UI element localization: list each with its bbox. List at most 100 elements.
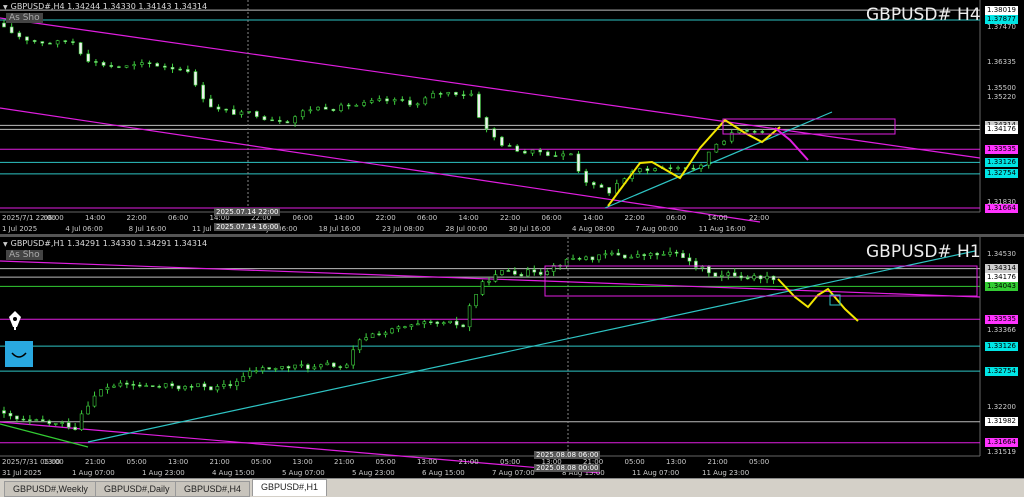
candle-body — [157, 386, 161, 388]
candle-body — [140, 62, 144, 65]
h4-as-show-button[interactable]: As Sho — [6, 13, 43, 23]
candle-body — [400, 99, 405, 101]
date-label: 31 Jul 2025 — [2, 469, 42, 477]
candle-body — [132, 64, 137, 67]
collapse-triangle-icon[interactable]: ▼ — [3, 4, 8, 11]
candle-body — [163, 65, 167, 68]
candle-body — [431, 93, 435, 99]
candle-body — [377, 333, 381, 336]
tab-weekly[interactable]: GBPUSD#,Weekly — [4, 481, 97, 497]
candle-body — [423, 97, 428, 105]
candle-body — [771, 275, 776, 281]
candle-body — [312, 366, 317, 370]
candle-body — [416, 323, 420, 326]
candle-body — [577, 258, 582, 260]
candle-body — [189, 386, 194, 388]
h4-chart-canvas[interactable] — [0, 0, 1024, 234]
price-label: 1.37470 — [987, 22, 1016, 31]
date-label: 5 Aug 23:00 — [352, 469, 395, 477]
candle-body — [254, 111, 259, 117]
time-label: 22:00 — [749, 214, 770, 222]
h1-chart-pane[interactable]: ▼ GBPUSD#,H1 1.34291 1.34330 1.34291 1.34… — [0, 237, 1024, 478]
price-label: 1.32754 — [985, 169, 1018, 179]
candle-body — [53, 423, 58, 425]
candle-body — [319, 364, 323, 368]
date-label: 5 Aug 07:00 — [282, 469, 325, 477]
candle-body — [722, 140, 726, 145]
h1-crosshair-time-b: 2025.08.08 00:00 — [534, 464, 601, 472]
h1-chart-title: GBPUSD# H1 — [866, 242, 981, 262]
h1-crosshair-time-a: 2025.08.08 06:00 — [534, 451, 601, 459]
price-label: 1.33126 — [985, 341, 1018, 351]
candle-body — [584, 256, 588, 260]
candle-body — [285, 121, 290, 124]
candle-body — [131, 384, 136, 386]
candle-body — [92, 395, 97, 407]
time-label: 05:00 — [749, 458, 770, 466]
h1-as-show-button[interactable]: As Sho — [6, 250, 43, 260]
candle-body — [241, 375, 246, 382]
candle-body — [105, 386, 110, 390]
candle-body — [163, 383, 168, 388]
candle-body — [299, 364, 304, 367]
candle-body — [484, 117, 489, 130]
candle-body — [519, 274, 524, 277]
candle-body — [642, 254, 647, 257]
trend-line — [0, 17, 981, 159]
h1-symbol-info: ▼ GBPUSD#,H1 1.34291 1.34330 1.34291 1.34… — [3, 239, 208, 248]
time-label: 21:00 — [209, 458, 230, 466]
candle-body — [138, 384, 142, 387]
time-label: 21:00 — [707, 458, 728, 466]
price-label: 1.34043 — [985, 281, 1018, 291]
candle-body — [454, 320, 459, 326]
price-label: 1.31982 — [985, 417, 1018, 427]
price-label: 1.33366 — [987, 325, 1016, 334]
h4-chart-pane[interactable]: ▼ GBPUSD#,H4 1.34244 1.34330 1.34143 1.34… — [0, 0, 1024, 234]
h4-chart-title: GBPUSD# H4 — [866, 5, 981, 25]
candle-body — [308, 109, 313, 112]
tab-daily[interactable]: GBPUSD#,Daily — [95, 481, 179, 497]
candle-body — [63, 40, 68, 42]
candle-body — [461, 94, 466, 96]
time-label: 22:00 — [624, 214, 645, 222]
date-label: 1 Jul 2025 — [2, 225, 38, 233]
candle-body — [325, 362, 330, 366]
candle-body — [178, 68, 182, 71]
time-label: 21:00 — [458, 458, 479, 466]
candle-body — [396, 326, 401, 330]
candle-body — [377, 98, 382, 101]
candle-body — [500, 136, 504, 146]
price-label: 1.33126 — [985, 157, 1018, 167]
candle-body — [362, 102, 366, 106]
collapse-triangle-icon[interactable]: ▼ — [3, 241, 8, 248]
date-label: 23 Jul 08:00 — [382, 225, 424, 233]
tab-h4[interactable]: GBPUSD#,H4 — [175, 481, 251, 497]
candle-body — [300, 110, 305, 118]
candle-body — [515, 145, 520, 152]
candle-body — [193, 71, 198, 86]
smile-icon[interactable] — [5, 341, 33, 371]
candle-body — [523, 150, 527, 154]
h4-crosshair-time-b: 2025.07.14 16:00 — [214, 223, 281, 231]
price-label: 1.38019 — [985, 5, 1018, 15]
tab-h1[interactable]: GBPUSD#,H1 — [252, 479, 328, 496]
candle-body — [277, 120, 282, 122]
candle-body — [446, 92, 451, 95]
date-label: 18 Jul 16:00 — [318, 225, 361, 233]
candle-body — [500, 270, 504, 275]
time-label: 06:00 — [292, 214, 313, 222]
h1-chart-canvas[interactable] — [0, 237, 1024, 478]
candle-body — [681, 253, 685, 259]
candle-body — [752, 131, 757, 133]
candle-body — [78, 42, 83, 55]
candle-body — [687, 257, 692, 262]
candle-body — [17, 32, 22, 38]
candle-body — [71, 41, 75, 43]
time-label: 21:00 — [85, 458, 106, 466]
h4-symbol-info: ▼ GBPUSD#,H4 1.34244 1.34330 1.34143 1.34… — [3, 2, 208, 11]
candle-body — [467, 305, 472, 328]
candle-body — [441, 322, 446, 324]
candle-body — [60, 422, 65, 424]
pen-icon[interactable] — [5, 309, 25, 335]
candle-body — [270, 119, 274, 122]
